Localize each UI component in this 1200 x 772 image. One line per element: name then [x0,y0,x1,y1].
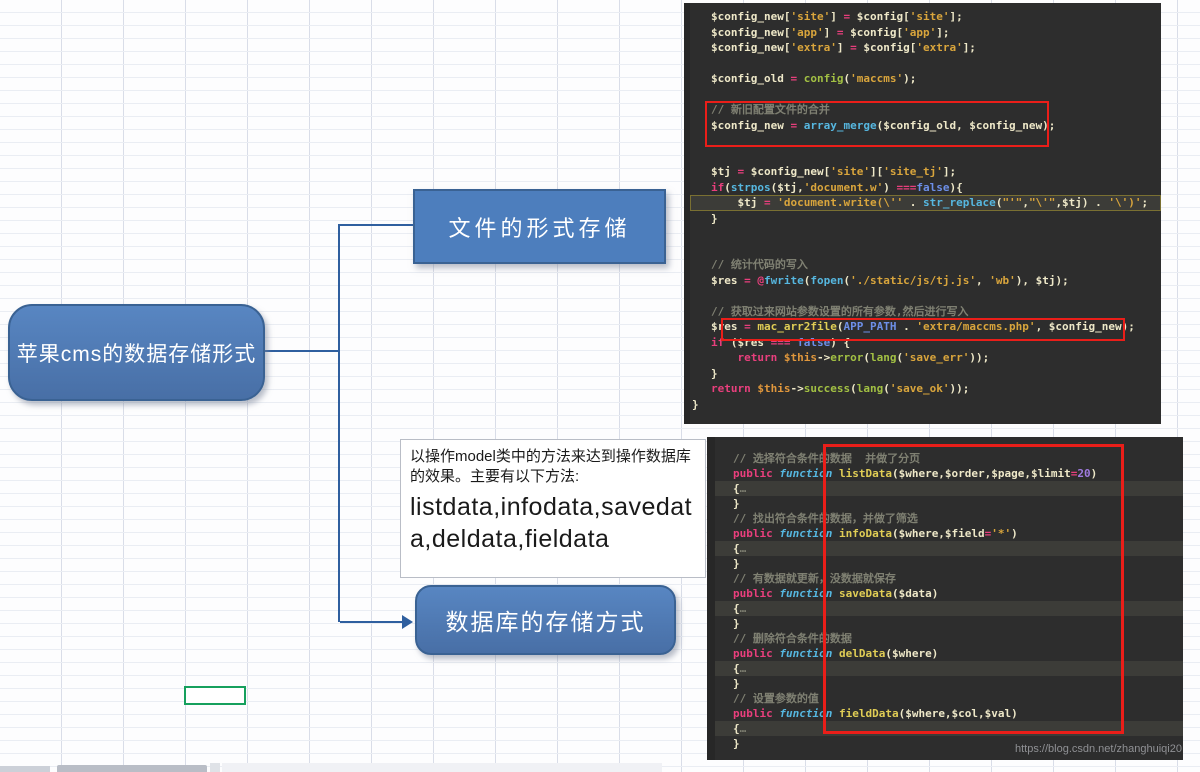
code-line: // 获取过来网站参数设置的所有参数,然后进行写入 [690,304,1161,320]
code-line: $config_new['extra'] = $config['extra']; [690,40,1161,56]
flow-node-file-label: 文件的形式存储 [448,211,630,243]
code-line: $tj = 'document.write(\'' . str_replace(… [690,195,1161,211]
code-line: } [690,397,1161,413]
taskbar-fragment [57,765,207,772]
flow-node-root-label: 苹果cms的数据存储形式 [17,338,257,368]
code-line [690,288,1161,304]
code-line: $config_new['site'] = $config['site']; [690,9,1161,25]
code-line: $config_new['app'] = $config['app']; [690,25,1161,41]
connector-to-db-node [340,621,403,623]
red-highlight-box-merge [705,101,1049,147]
note-methods-text: listdata,infodata,savedata,deldata,field… [410,491,696,556]
note-intro-text: 以操作model类中的方法来达到操作数据库的效果。主要有以下方法: [410,447,696,488]
code-line [690,226,1161,242]
flow-node-db-storage[interactable]: 数据库的存储方式 [415,585,676,655]
code-line: $res = @fwrite(fopen('./static/js/tj.js'… [690,273,1161,289]
note-box: 以操作model类中的方法来达到操作数据库的效果。主要有以下方法: listda… [400,439,706,578]
watermark-url: https://blog.csdn.net/zhanghuiqi20 [1015,743,1182,755]
flow-node-file-storage[interactable]: 文件的形式存储 [413,189,666,264]
code-line [690,149,1161,165]
taskbar-fragment [222,763,662,772]
connector-to-file-node [340,224,413,226]
code-editor-bottom: // 选择符合条件的数据 并做了分页public function listDa… [707,437,1183,760]
flow-node-root[interactable]: 苹果cms的数据存储形式 [8,304,265,401]
selected-cell[interactable] [184,686,246,705]
code-line: $config_old = config('maccms'); [690,71,1161,87]
code-line: return $this->error(lang('save_err')); [690,350,1161,366]
slide-canvas: 苹果cms的数据存储形式 文件的形式存储 数据库的存储方式 以操作model类中… [0,0,1200,772]
taskbar-fragment [0,766,50,772]
code-line: return $this->success(lang('save_ok')); [690,381,1161,397]
code-line [690,242,1161,258]
code-line: // 统计代码的写入 [690,257,1161,273]
code-line: if(strpos($tj,'document.w') ===false){ [690,180,1161,196]
red-highlight-box-arr2file [721,318,1125,341]
code-line [690,56,1161,72]
connector-root-to-trunk [264,350,340,352]
code-lines-top: $config_new['site'] = $config['site'];$c… [690,9,1161,412]
arrow-head-icon [402,615,413,629]
code-editor-top: $config_new['site'] = $config['site'];$c… [684,3,1161,424]
flow-node-db-label: 数据库的存储方式 [446,603,646,637]
code-line: } [690,366,1161,382]
code-line: $tj = $config_new['site']['site_tj']; [690,164,1161,180]
code-line: } [690,211,1161,227]
code-line [690,87,1161,103]
red-highlight-box-methods [823,444,1124,734]
taskbar-fragment [210,763,220,772]
connector-trunk [338,224,340,622]
